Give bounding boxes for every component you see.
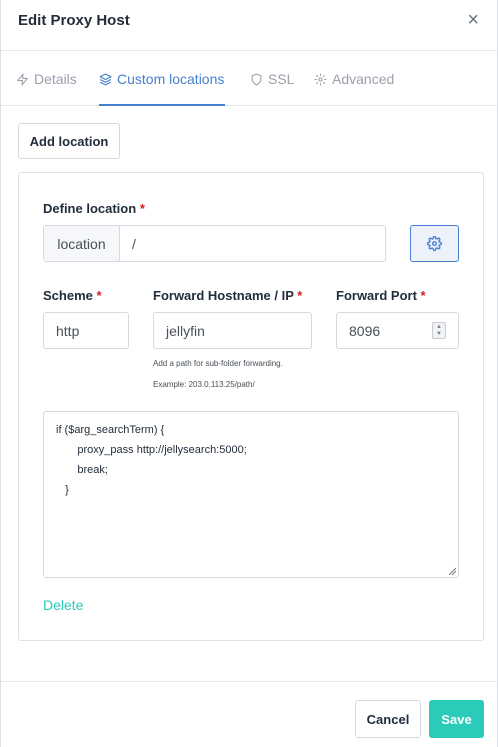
stepper-down-icon[interactable]: ▼ [436, 331, 442, 338]
tab-details[interactable]: Details [16, 70, 77, 88]
forward-hostname-label: Forward Hostname / IP * [153, 288, 302, 303]
required-mark: * [139, 201, 145, 216]
location-card: Define location * location / Scheme * ht… [18, 172, 484, 641]
forward-hostname-input[interactable]: jellyfin [153, 312, 312, 349]
scheme-text: Scheme [43, 288, 93, 303]
config-text: if ($arg_searchTerm) { proxy_pass http:/… [56, 424, 247, 496]
define-location-text: Define location [43, 201, 137, 216]
active-tab-indicator [99, 104, 225, 106]
tab-details-label: Details [34, 71, 77, 87]
location-path-input[interactable]: / [120, 226, 385, 261]
edit-proxy-host-dialog: Edit Proxy Host × Details Custom locatio… [0, 0, 498, 747]
delete-location-link[interactable]: Delete [43, 597, 83, 613]
bolt-icon [17, 73, 28, 85]
shield-icon [251, 73, 262, 85]
dialog-footer: Cancel Save [1, 681, 497, 747]
location-path-group: location / [43, 225, 386, 262]
hostname-hint: Add a path for sub-folder forwarding. [153, 359, 283, 368]
cancel-button[interactable]: Cancel [355, 700, 421, 738]
layers-icon [99, 73, 112, 85]
tab-custom-locations-label: Custom locations [117, 71, 225, 87]
forward-port-input[interactable]: 8096 ▲ ▼ [336, 312, 459, 349]
define-location-label: Define location * [43, 201, 145, 216]
gear-icon [427, 236, 442, 251]
hostname-example: Example: 203.0.113.25/path/ [153, 380, 255, 389]
tab-ssl-label: SSL [268, 71, 295, 87]
save-button[interactable]: Save [429, 700, 484, 738]
tab-advanced[interactable]: Advanced [314, 70, 394, 88]
scheme-input[interactable]: http [43, 312, 129, 349]
forward-hostname-text: Forward Hostname / IP [153, 288, 294, 303]
forward-port-text: Forward Port [336, 288, 417, 303]
tab-advanced-label: Advanced [332, 71, 395, 87]
gear-icon [314, 73, 327, 85]
tab-ssl[interactable]: SSL [250, 70, 294, 88]
advanced-config-textarea[interactable]: if ($arg_searchTerm) { proxy_pass http:/… [43, 411, 459, 578]
scheme-label: Scheme * [43, 288, 102, 303]
tab-bar: Details Custom locations SSL Advanced [1, 52, 497, 106]
dialog-header: Edit Proxy Host × [1, 0, 497, 51]
forward-port-value: 8096 [349, 322, 381, 339]
dialog-title: Edit Proxy Host [18, 12, 130, 29]
required-mark: * [420, 288, 426, 303]
forward-port-label: Forward Port * [336, 288, 426, 303]
required-mark: * [96, 288, 102, 303]
port-stepper[interactable]: ▲ ▼ [432, 322, 446, 339]
close-icon[interactable]: × [467, 10, 479, 30]
add-location-button[interactable]: Add location [18, 123, 120, 159]
resize-handle-icon[interactable] [448, 567, 456, 575]
stepper-up-icon[interactable]: ▲ [436, 324, 442, 331]
tab-custom-locations[interactable]: Custom locations [99, 70, 224, 88]
location-prefix: location [44, 226, 120, 261]
required-mark: * [297, 288, 303, 303]
location-settings-button[interactable] [410, 225, 459, 262]
